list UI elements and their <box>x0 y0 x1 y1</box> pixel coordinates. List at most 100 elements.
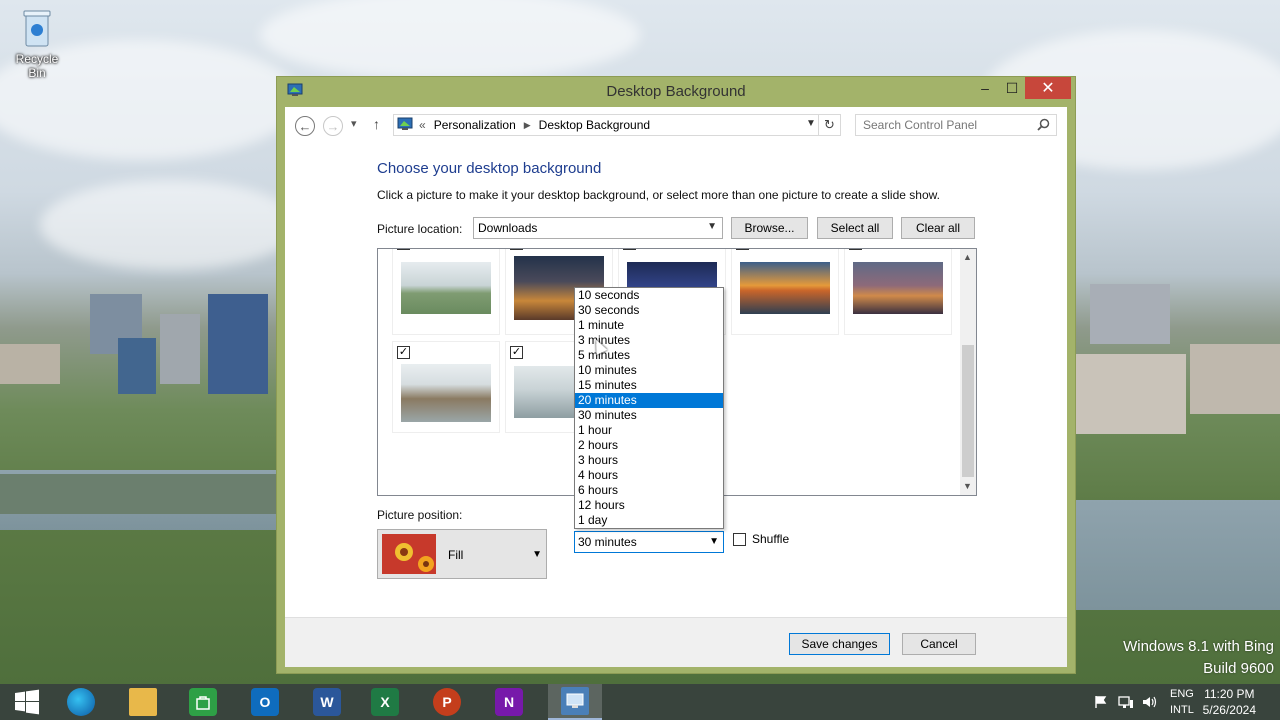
recent-locations-button[interactable]: ▾ <box>351 117 357 130</box>
taskbar-file-explorer[interactable] <box>116 684 170 720</box>
input-language-indicator[interactable]: ENG INTL <box>1170 686 1194 718</box>
picture-thumbnail <box>740 262 830 314</box>
picture-thumbnail <box>853 262 943 314</box>
shuffle-option[interactable]: Shuffle <box>733 532 789 546</box>
taskbar-word[interactable]: W <box>300 684 354 720</box>
picture-tile[interactable] <box>392 249 500 335</box>
back-button[interactable]: ← <box>295 116 315 136</box>
search-placeholder: Search Control Panel <box>863 118 978 132</box>
picture-location-value: Downloads <box>478 221 538 235</box>
maximize-button[interactable]: ☐ <box>997 77 1027 99</box>
breadcrumb-overflow[interactable]: « <box>419 118 426 132</box>
interval-option[interactable]: 30 minutes <box>575 408 723 423</box>
chevron-down-icon: ▼ <box>532 549 542 560</box>
title-bar[interactable]: Desktop Background – ☐ ✕ <box>277 77 1075 105</box>
shuffle-checkbox[interactable] <box>733 532 746 546</box>
start-button[interactable] <box>0 684 54 720</box>
window-client-area: ← → ▾ ↑ « Personalization ▶ Desktop Back… <box>285 107 1067 667</box>
chevron-down-icon: ▼ <box>707 221 717 232</box>
taskbar-excel[interactable]: X <box>358 684 412 720</box>
breadcrumb-desktop-background[interactable]: Desktop Background <box>539 118 650 132</box>
picture-position-label: Picture position: <box>377 508 463 522</box>
picture-location-select[interactable]: Downloads ▼ <box>473 217 723 239</box>
interval-option[interactable]: 12 hours <box>575 498 723 513</box>
window-title: Desktop Background <box>606 83 746 100</box>
interval-option[interactable]: 10 minutes <box>575 363 723 378</box>
picture-checkbox[interactable] <box>510 249 523 250</box>
control-panel-address-icon <box>397 117 413 134</box>
address-bar[interactable]: « Personalization ▶ Desktop Background ▼… <box>393 114 841 136</box>
clear-all-button[interactable]: Clear all <box>901 217 975 239</box>
desktop-background-window: Desktop Background – ☐ ✕ ← → ▾ ↑ « Perso… <box>276 76 1076 674</box>
interval-option[interactable]: 2 hours <box>575 438 723 453</box>
address-dropdown-icon[interactable]: ▼ <box>806 118 816 129</box>
picture-checkbox[interactable] <box>623 249 636 250</box>
taskbar-onenote[interactable]: N <box>482 684 536 720</box>
change-interval-dropdown[interactable]: 10 seconds 30 seconds 1 minute 3 minutes… <box>574 287 724 529</box>
chevron-down-icon: ▼ <box>709 536 719 547</box>
word-icon: W <box>313 688 341 716</box>
select-all-button[interactable]: Select all <box>817 217 893 239</box>
refresh-button[interactable]: ↻ <box>824 117 835 133</box>
interval-option[interactable]: 30 seconds <box>575 303 723 318</box>
network-icon[interactable] <box>1118 684 1134 720</box>
forward-button[interactable]: → <box>323 116 343 136</box>
picture-checkbox[interactable]: ✓ <box>397 346 410 359</box>
picture-thumbnail <box>401 262 491 314</box>
change-interval-select[interactable]: 30 minutes ▼ <box>574 531 724 553</box>
scrollbar-thumb[interactable] <box>962 345 974 477</box>
picture-position-select[interactable]: Fill ▼ <box>377 529 547 579</box>
interval-option[interactable]: 1 minute <box>575 318 723 333</box>
action-center-flag-icon[interactable] <box>1094 684 1108 720</box>
picture-tile[interactable] <box>844 249 952 335</box>
interval-option[interactable]: 10 seconds <box>575 288 723 303</box>
interval-option-highlighted[interactable]: 20 minutes <box>575 393 723 408</box>
interval-option[interactable]: 15 minutes <box>575 378 723 393</box>
browse-button[interactable]: Browse... <box>731 217 808 239</box>
save-changes-button[interactable]: Save changes <box>789 633 890 655</box>
picture-location-label: Picture location: <box>377 222 463 236</box>
windows-watermark: Windows 8.1 with Bing Build 9600 <box>1123 636 1274 680</box>
address-divider <box>818 114 819 136</box>
cancel-button[interactable]: Cancel <box>902 633 976 655</box>
interval-option[interactable]: 1 day <box>575 513 723 528</box>
fill-preview-image <box>382 534 436 574</box>
interval-option[interactable]: 6 hours <box>575 483 723 498</box>
search-input[interactable]: Search Control Panel <box>855 114 1057 136</box>
taskbar-outlook[interactable]: O <box>238 684 292 720</box>
taskbar-powerpoint[interactable]: P <box>420 684 474 720</box>
recycle-bin-shortcut[interactable]: Recycle Bin <box>6 8 68 80</box>
change-interval-value: 30 minutes <box>578 535 637 549</box>
picture-checkbox[interactable] <box>736 249 749 250</box>
scroll-down-icon[interactable]: ▼ <box>963 481 972 491</box>
minimize-button[interactable]: – <box>970 77 1000 99</box>
store-icon <box>189 688 217 716</box>
breadcrumb-separator-icon[interactable]: ▶ <box>524 120 531 131</box>
picture-checkbox[interactable]: ✓ <box>510 346 523 359</box>
volume-icon[interactable] <box>1142 684 1158 720</box>
recycle-bin-icon <box>22 8 52 48</box>
taskbar-store[interactable] <box>176 684 230 720</box>
picture-checkbox[interactable] <box>849 249 862 250</box>
scroll-up-icon[interactable]: ▲ <box>963 252 972 262</box>
dialog-footer: Save changes Cancel <box>285 617 1067 667</box>
watermark-line2: Build 9600 <box>1203 660 1274 677</box>
language-code: ENG <box>1170 688 1194 700</box>
taskbar-edge[interactable] <box>54 684 108 720</box>
close-button[interactable]: ✕ <box>1025 77 1071 99</box>
gallery-scrollbar[interactable]: ▲ ▼ <box>960 249 976 495</box>
clock-time: 11:20 PM <box>1204 687 1255 701</box>
control-panel-icon <box>561 687 589 715</box>
picture-tile[interactable]: ✓ <box>392 341 500 433</box>
up-button[interactable]: ↑ <box>373 116 380 132</box>
interval-option[interactable]: 4 hours <box>575 468 723 483</box>
breadcrumb-personalization[interactable]: Personalization <box>434 118 516 132</box>
system-clock[interactable]: 11:20 PM 5/26/2024 <box>1203 686 1256 718</box>
picture-checkbox[interactable] <box>397 249 410 250</box>
interval-option[interactable]: 1 hour <box>575 423 723 438</box>
search-icon[interactable] <box>1037 118 1050 134</box>
interval-option[interactable]: 3 hours <box>575 453 723 468</box>
picture-tile[interactable] <box>731 249 839 335</box>
page-description: Click a picture to make it your desktop … <box>377 188 940 202</box>
taskbar-control-panel[interactable] <box>548 684 602 720</box>
